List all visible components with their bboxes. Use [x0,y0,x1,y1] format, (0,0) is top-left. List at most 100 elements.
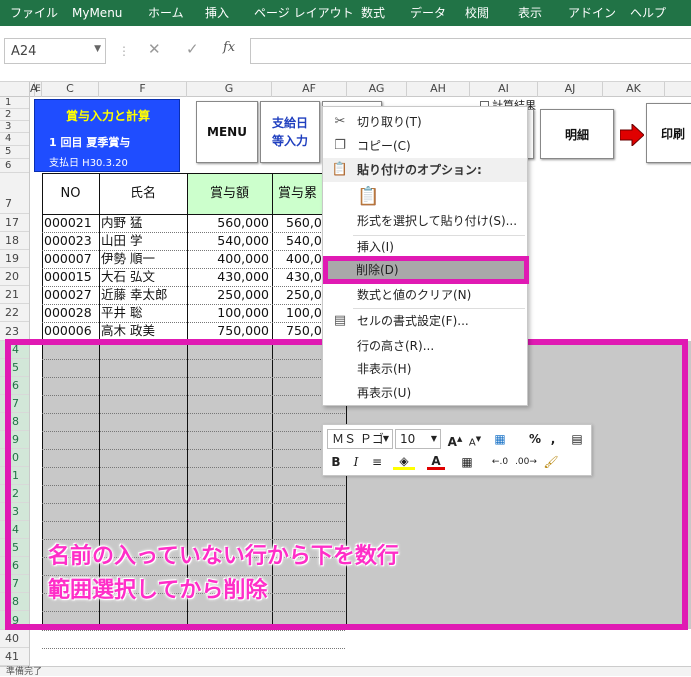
row-header[interactable]: 20 [0,268,29,286]
col-header-e[interactable]: E [35,82,42,97]
percent-style-button[interactable]: % [527,429,543,449]
tab-view[interactable]: 表示 [518,0,542,26]
clipboard-icon[interactable]: 📋 [357,185,379,209]
menu-item-format-cells[interactable]: ▤ セルの書式設定(F)... [323,309,527,333]
menu-button[interactable]: MENU [196,101,258,163]
cell-bonus-total[interactable]: 750,0 [286,323,322,339]
select-all-corner[interactable] [0,82,30,97]
cell-bonus-total[interactable]: 400,0 [286,251,322,267]
col-header-ah[interactable]: AH [407,82,470,97]
cell-bonus[interactable]: 560,000 [187,215,269,231]
tab-page-layout[interactable]: ページ レイアウト [254,0,354,26]
row-header[interactable]: 17 [0,214,29,232]
cell-no[interactable]: 000028 [44,305,92,321]
name-box[interactable]: A24 ▼ [4,38,106,64]
row-header[interactable]: 5 [0,146,29,159]
cell-name[interactable]: 山田 学 [101,233,142,249]
cell-bonus-total[interactable]: 100,0 [286,305,322,321]
tab-home[interactable]: ホーム [148,0,184,26]
enter-icon[interactable]: ✓ [186,40,199,58]
cancel-icon[interactable]: ✕ [148,40,161,58]
cell-no[interactable]: 000027 [44,287,92,303]
increase-font-icon[interactable]: A▲ [447,429,463,449]
cell-no[interactable]: 000015 [44,269,92,285]
cell-bonus-total[interactable]: 250,0 [286,287,322,303]
row-header[interactable]: 41 [0,648,29,666]
tab-review[interactable]: 校閲 [465,0,489,26]
menu-item-row-height[interactable]: 行の高さ(R)... [323,334,527,358]
increase-decimal-icon[interactable]: ←.0 [489,452,511,472]
cell-bonus-total[interactable]: 540,0 [286,233,322,249]
menu-item-paste-special[interactable]: 形式を選択して貼り付け(S)... [323,209,527,233]
col-header-aj[interactable]: AJ [538,82,603,97]
menu-item-copy[interactable]: ❐ コピー(C) [323,134,527,158]
paydate-input-button[interactable]: 支給日 等入力 [260,101,320,163]
col-header-ak[interactable]: AK [603,82,665,97]
borders-grid-icon[interactable]: ▤ [567,429,587,449]
currency-format-icon[interactable]: ▦ [489,429,511,449]
cell-no[interactable]: 000021 [44,215,92,231]
decrease-font-icon[interactable]: A▼ [467,429,483,449]
tab-mymenu[interactable]: MyMenu [72,0,122,26]
row-header[interactable]: 4 [0,133,29,146]
row-header[interactable]: 7 [0,173,29,214]
cell-name[interactable]: 高木 政美 [101,323,155,339]
cell-name[interactable]: 内野 猛 [101,215,142,231]
borders-icon[interactable]: ▦ [457,452,477,472]
col-header-g[interactable]: G [187,82,272,97]
detail-button[interactable]: 明細 [540,109,614,159]
col-header-ai[interactable]: AI [470,82,538,97]
font-color-button[interactable]: A [427,452,445,470]
row-header[interactable]: 19 [0,250,29,268]
row-header[interactable]: 2 [0,109,29,121]
menu-item-hide[interactable]: 非表示(H) [323,357,527,381]
row-header[interactable]: 1 [0,97,29,109]
col-header-c[interactable]: C [42,82,99,97]
cell-bonus[interactable]: 750,000 [187,323,269,339]
cell-bonus[interactable]: 400,000 [187,251,269,267]
menu-item-cut[interactable]: ✂ 切り取り(T) [323,110,527,134]
formula-input[interactable] [250,38,691,64]
chevron-down-icon[interactable]: ▼ [94,44,101,54]
cell-no[interactable]: 000006 [44,323,92,339]
cell-bonus[interactable]: 250,000 [187,287,269,303]
cell-bonus-total[interactable]: 560,0 [286,215,322,231]
cell-name[interactable]: 近藤 幸太郎 [101,287,167,303]
bold-button[interactable]: B [329,452,343,472]
cell-bonus[interactable]: 430,000 [187,269,269,285]
format-painter-icon[interactable]: 🖌 [541,452,561,472]
row-header[interactable]: 21 [0,286,29,304]
row-header[interactable]: 18 [0,232,29,250]
decrease-decimal-icon[interactable]: .00→ [515,452,537,472]
menu-item-unhide[interactable]: 再表示(U) [323,381,527,405]
col-header-f[interactable]: F [99,82,187,97]
font-name-select[interactable]: ＭＳ Ｐゴ ▼ [327,429,393,449]
menu-item-clear[interactable]: 数式と値のクリア(N) [323,283,527,307]
print-button[interactable]: 印刷 [646,103,691,163]
tab-help[interactable]: ヘルプ [630,0,666,26]
cell-name[interactable]: 平井 聡 [101,305,142,321]
col-header-ag[interactable]: AG [347,82,407,97]
cell-name[interactable]: 大石 弘文 [101,269,155,285]
cell-no[interactable]: 000007 [44,251,92,267]
fill-color-icon[interactable]: ◈ [393,452,415,470]
italic-button[interactable]: I [349,452,363,472]
tab-insert[interactable]: 挿入 [205,0,229,26]
cell-bonus[interactable]: 540,000 [187,233,269,249]
comma-style-button[interactable]: , [547,429,559,449]
cell-bonus-total[interactable]: 430,0 [286,269,322,285]
cell-bonus[interactable]: 100,000 [187,305,269,321]
row-header[interactable]: 3 [0,121,29,133]
tab-data[interactable]: データ [410,0,446,26]
cell-name[interactable]: 伊勢 順一 [101,251,155,267]
row-header[interactable]: 22 [0,304,29,322]
row-header[interactable]: 40 [0,630,29,648]
font-size-select[interactable]: 10 ▼ [395,429,441,449]
align-center-button[interactable]: ≡ [369,452,385,472]
tab-formulas[interactable]: 数式 [361,0,385,26]
col-header-af[interactable]: AF [272,82,347,97]
function-icon[interactable]: fx [223,40,235,55]
row-header[interactable]: 6 [0,159,29,173]
tab-addins[interactable]: アドイン [568,0,616,26]
tab-file[interactable]: ファイル [10,0,58,26]
